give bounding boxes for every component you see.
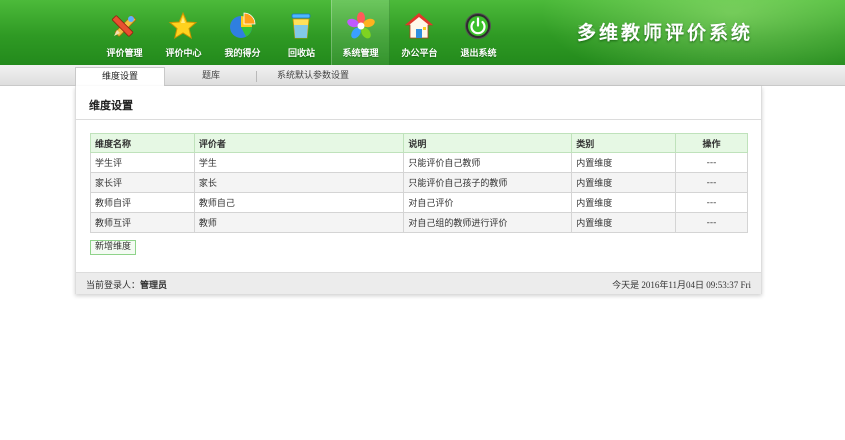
cell-dimension-name: 学生评 <box>90 152 195 173</box>
divider <box>76 119 761 120</box>
nav-label: 回收站 <box>287 49 315 59</box>
main-nav: 评价管理 评价中心 我的得分 回收站 系统管理 办公平台 退出系统 <box>95 0 508 65</box>
cell-operation: --- <box>675 172 748 193</box>
column-header: 说明 <box>403 133 573 153</box>
pie-chart-icon <box>230 12 256 38</box>
table-row: 家长评 家长 只能评价自己孩子的教师 内置维度 --- <box>90 172 748 193</box>
cell-evaluator: 学生 <box>193 152 405 173</box>
column-header: 评价者 <box>193 133 405 153</box>
cell-operation: --- <box>675 152 748 173</box>
cell-description: 只能评价自己教师 <box>403 152 573 173</box>
login-user: 管理员 <box>140 281 168 291</box>
nav-item-office-platform[interactable]: 办公平台 <box>390 0 449 65</box>
house-icon <box>404 13 434 39</box>
cell-evaluator: 教师自己 <box>193 192 405 213</box>
tab-question-bank[interactable]: 题库 <box>166 67 256 86</box>
nav-item-system-management[interactable]: 系统管理 <box>331 0 390 65</box>
login-label: 当前登录人： <box>86 281 141 291</box>
table-row: 教师互评 教师 对自己组的教师进行评价 内置维度 --- <box>90 212 748 233</box>
nav-label: 退出系统 <box>460 49 497 59</box>
dimension-table: 维度名称 评价者 说明 类别 操作 学生评 学生 只能评价自己教师 内置维度 -… <box>90 133 748 233</box>
nav-item-my-score[interactable]: 我的得分 <box>213 0 272 65</box>
nav-label: 系统管理 <box>342 49 379 59</box>
app-title-reflection: 多维教师评价系统 <box>577 23 754 36</box>
column-header: 维度名称 <box>90 133 195 153</box>
star-icon <box>168 11 198 40</box>
cell-category: 内置维度 <box>571 192 677 213</box>
cell-description: 对自己评价 <box>403 192 573 213</box>
login-info: 当前登录人：管理员 <box>86 278 167 291</box>
nav-label: 评价管理 <box>106 49 143 59</box>
table-row: 教师自评 教师自己 对自己评价 内置维度 --- <box>90 192 748 213</box>
main-panel: 维度设置 维度名称 评价者 说明 类别 操作 学生评 学生 只能评价自己教师 内… <box>75 86 762 294</box>
table-row: 学生评 学生 只能评价自己教师 内置维度 --- <box>90 152 748 173</box>
cell-operation: --- <box>675 192 748 213</box>
status-footer: 当前登录人：管理员 今天是 2016年11月04日 09:53:37 Fri <box>76 272 761 294</box>
cell-description: 只能评价自己孩子的教师 <box>403 172 573 193</box>
nav-item-exit[interactable]: 退出系统 <box>449 0 508 65</box>
table-header-row: 维度名称 评价者 说明 类别 操作 <box>90 133 748 153</box>
nav-label: 办公平台 <box>401 49 438 59</box>
nav-item-evaluation-center[interactable]: 评价中心 <box>154 0 213 65</box>
tab-separator <box>256 71 257 82</box>
cell-dimension-name: 教师自评 <box>90 192 195 213</box>
cell-evaluator: 教师 <box>193 212 405 233</box>
app-header: 评价管理 评价中心 我的得分 回收站 系统管理 办公平台 退出系统 多维教师评价… <box>0 0 845 65</box>
pencil-ruler-icon <box>111 15 137 37</box>
cell-description: 对自己组的教师进行评价 <box>403 212 573 233</box>
nav-item-recycle-bin[interactable]: 回收站 <box>272 0 331 65</box>
sub-tab-bar: 维度设置 题库 系统默认参数设置 <box>0 65 845 86</box>
nav-label: 评价中心 <box>165 49 202 59</box>
cell-dimension-name: 教师互评 <box>90 212 195 233</box>
page-title: 维度设置 <box>89 99 133 112</box>
tab-default-params[interactable]: 系统默认参数设置 <box>258 67 368 86</box>
current-date: 今天是 2016年11月04日 09:53:37 Fri <box>612 280 751 290</box>
cell-evaluator: 家长 <box>193 172 405 193</box>
recycle-bin-icon <box>291 13 311 39</box>
cell-category: 内置维度 <box>571 172 677 193</box>
cell-dimension-name: 家长评 <box>90 172 195 193</box>
cell-category: 内置维度 <box>571 152 677 173</box>
power-icon <box>465 13 491 39</box>
add-dimension-button[interactable]: 新增维度 <box>90 240 137 255</box>
column-header: 类别 <box>571 133 677 153</box>
cell-operation: --- <box>675 212 748 233</box>
column-header: 操作 <box>675 133 748 153</box>
nav-item-evaluation-management[interactable]: 评价管理 <box>95 0 154 65</box>
cell-category: 内置维度 <box>571 212 677 233</box>
flower-icon <box>347 12 375 39</box>
nav-label: 我的得分 <box>224 49 261 59</box>
tab-dimension-settings[interactable]: 维度设置 <box>75 67 165 86</box>
